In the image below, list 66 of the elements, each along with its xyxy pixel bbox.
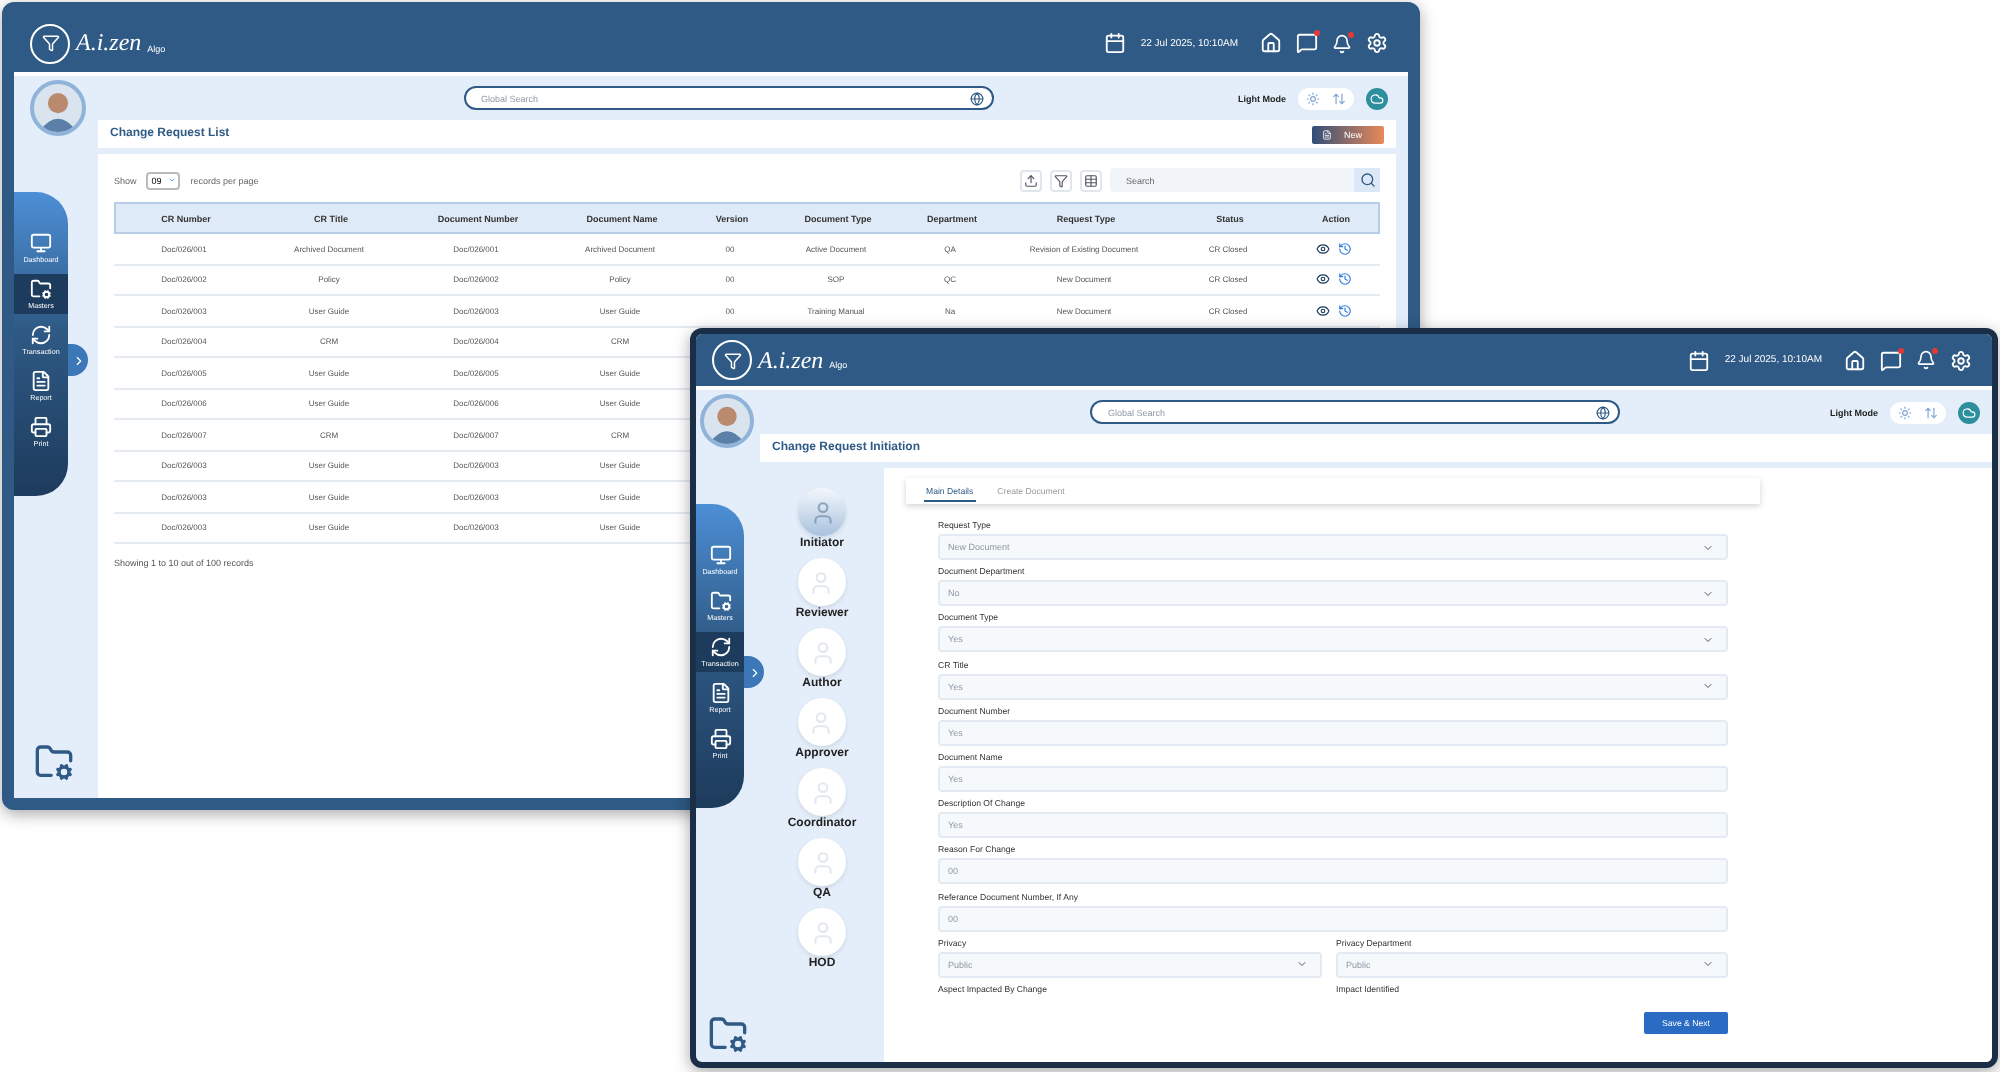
folder-gear-icon	[709, 590, 731, 612]
arrows-button[interactable]	[1922, 403, 1940, 421]
folder-gear-icon	[30, 278, 52, 300]
logo-text: A.i.zen	[76, 28, 142, 58]
view-icon[interactable]	[1316, 241, 1330, 256]
bell-icon[interactable]	[1916, 350, 1936, 370]
sun-icon	[1306, 91, 1320, 105]
history-icon[interactable]	[1338, 272, 1352, 287]
logo-icon	[30, 23, 70, 63]
monitor-icon	[709, 544, 731, 566]
cloud-icon	[1370, 91, 1384, 105]
view-icon[interactable]	[1316, 272, 1330, 287]
chevron-down-icon	[1702, 958, 1714, 971]
document-icon	[1322, 129, 1332, 139]
globe-search-icon	[1596, 405, 1610, 419]
upload-icon	[1024, 173, 1038, 187]
document-icon	[709, 682, 731, 704]
refresh-icon	[709, 636, 731, 658]
globe-search-icon	[969, 91, 983, 105]
sun-icon	[1898, 405, 1912, 419]
expand-button[interactable]	[68, 344, 88, 376]
avatar	[700, 394, 754, 448]
user-icon[interactable]	[798, 488, 846, 536]
monitor-icon	[30, 232, 52, 254]
home-icon[interactable]	[1260, 32, 1282, 54]
cloud-button[interactable]	[1958, 401, 1980, 423]
chevron-down-icon	[1296, 958, 1308, 971]
folder-gear-icon[interactable]	[34, 742, 74, 782]
arrows-icon	[1332, 91, 1346, 105]
cloud-icon	[1962, 405, 1976, 419]
cloud-button[interactable]	[1366, 87, 1388, 109]
filter-icon	[1054, 173, 1068, 187]
printer-icon	[709, 728, 731, 750]
view-icon[interactable]	[1316, 303, 1330, 318]
filter-button[interactable]	[1050, 169, 1072, 191]
chevron-right-icon	[747, 665, 761, 679]
folder-gear-icon[interactable]	[708, 1014, 748, 1054]
bell-icon[interactable]	[1332, 33, 1352, 53]
chat-icon[interactable]	[1296, 32, 1318, 54]
calendar-icon	[1104, 32, 1127, 54]
chevron-right-icon	[71, 353, 85, 367]
export-button[interactable]	[1020, 169, 1042, 191]
search-icon	[1359, 172, 1375, 188]
logo-text: A.i.zen	[758, 345, 824, 375]
search-button[interactable]	[1354, 168, 1380, 192]
document-icon	[30, 370, 52, 392]
history-icon[interactable]	[1338, 241, 1352, 256]
chevron-down-icon	[1702, 680, 1714, 693]
chevron-down-icon	[1702, 541, 1714, 553]
calendar-icon	[1688, 349, 1711, 371]
settings-icon[interactable]	[1366, 32, 1388, 54]
refresh-icon	[30, 324, 52, 346]
arrows-button[interactable]	[1330, 89, 1348, 107]
columns-button[interactable]	[1080, 169, 1102, 191]
printer-icon	[30, 416, 52, 438]
home-icon[interactable]	[1844, 349, 1866, 371]
settings-icon[interactable]	[1950, 349, 1972, 371]
logo-icon	[712, 340, 752, 380]
chat-icon[interactable]	[1880, 349, 1902, 371]
expand-button[interactable]	[744, 656, 764, 688]
avatar	[30, 80, 86, 136]
history-icon[interactable]	[1338, 303, 1352, 318]
chevron-down-icon	[1702, 633, 1714, 646]
arrows-icon	[1924, 405, 1938, 419]
chevron-down-icon	[1702, 587, 1714, 600]
table-icon	[1084, 173, 1098, 187]
